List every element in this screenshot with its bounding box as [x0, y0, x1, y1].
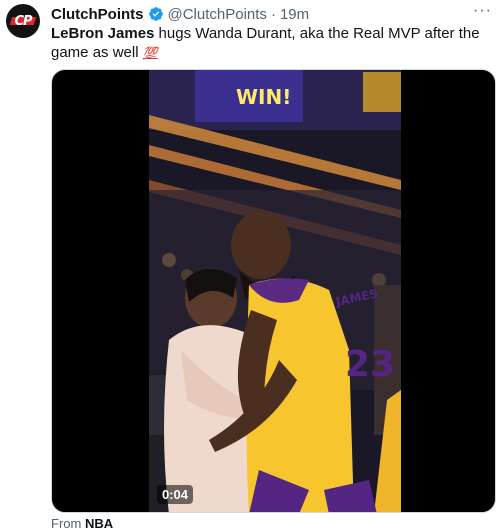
tweet-text: LeBron James hugs Wanda Durant, aka the … [51, 24, 491, 63]
tweet-header: ClutchPoints @ClutchPoints · 19m [51, 4, 309, 24]
separator-dot: · [270, 5, 276, 23]
video-duration: 0:04 [157, 485, 194, 504]
more-options-icon[interactable]: ··· [473, 2, 492, 20]
media-source: From NBA [51, 516, 113, 529]
hundred-points-emoji: 💯 [142, 46, 158, 60]
video-frame[interactable]: WIN! JAMES 23 0:04 [149, 70, 401, 512]
tweet[interactable]: CP ClutchPoints @ClutchPoints · 19m ··· … [0, 0, 502, 529]
tweet-timestamp[interactable]: 19m [280, 6, 309, 23]
video-scene: WIN! JAMES 23 [149, 70, 401, 512]
video-player[interactable]: WIN! JAMES 23 0:04 [51, 69, 496, 513]
tweet-subject: LeBron James [51, 25, 155, 42]
avatar-logo-text: CP [14, 13, 32, 29]
author-avatar[interactable]: CP [6, 4, 40, 38]
source-name[interactable]: NBA [85, 516, 113, 529]
scoreboard-banner: WIN! [236, 85, 291, 109]
jersey-number: 23 [345, 344, 395, 385]
lebron-head [231, 211, 291, 279]
author-handle[interactable]: @ClutchPoints [168, 6, 267, 23]
verified-badge-icon [148, 7, 163, 21]
source-from-label: From [51, 516, 82, 529]
author-name[interactable]: ClutchPoints [51, 6, 144, 23]
